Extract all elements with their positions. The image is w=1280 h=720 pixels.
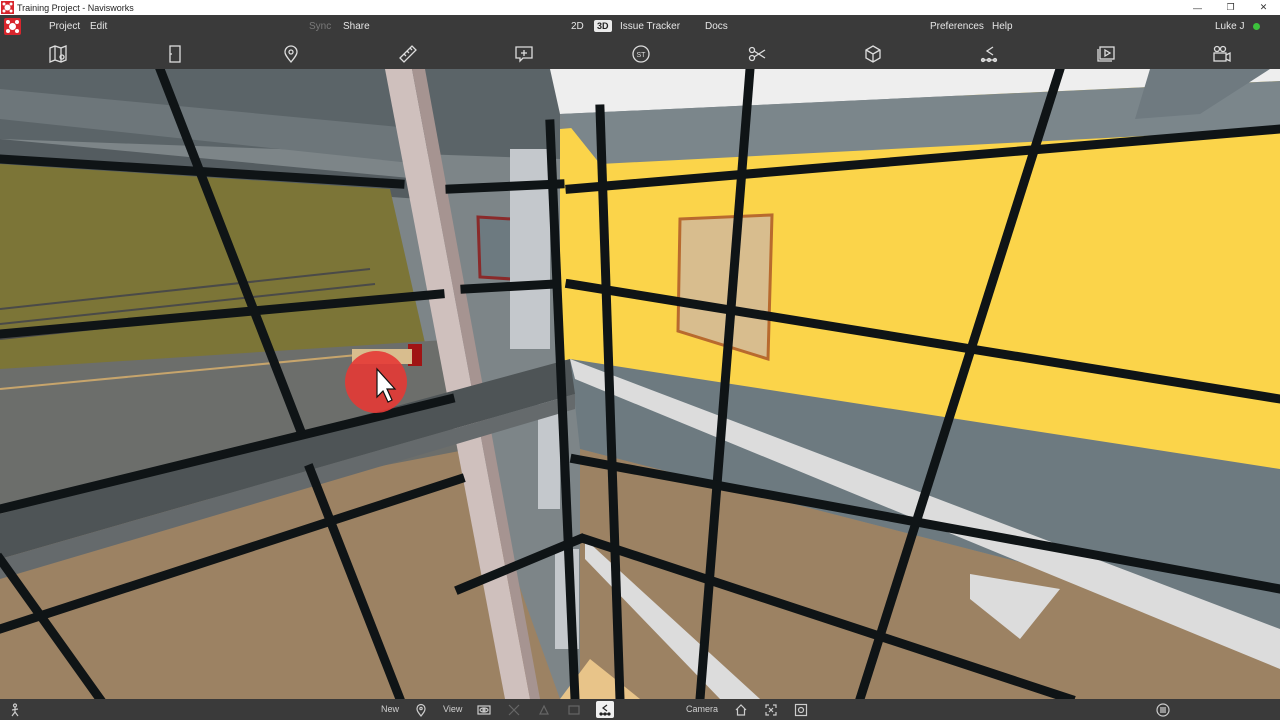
3d-model-scene[interactable] — [0, 69, 1280, 699]
view-3d-toggle[interactable]: 3D — [594, 15, 612, 38]
menu-help[interactable]: Help — [992, 15, 1013, 38]
menu-edit[interactable]: Edit — [90, 15, 107, 38]
menu-preferences[interactable]: Preferences — [930, 15, 984, 38]
focus-view-icon[interactable] — [794, 699, 808, 720]
user-name[interactable]: Luke J — [1215, 15, 1244, 38]
menu-share[interactable]: Share — [343, 15, 370, 38]
restore-icon[interactable]: ❐ — [1214, 0, 1247, 15]
markup-tool-icon[interactable] — [567, 699, 581, 720]
title-bar: Training Project - Navisworks — ❐ ✕ — [0, 0, 1280, 15]
online-status-icon — [1253, 23, 1260, 30]
3d-viewport[interactable] — [0, 69, 1280, 699]
tool-bar: ST — [0, 38, 1280, 70]
menu-issue-tracker[interactable]: Issue Tracker — [620, 15, 680, 38]
location-pin-icon[interactable] — [279, 42, 303, 66]
map-icon[interactable] — [46, 42, 70, 66]
window-title: Training Project - Navisworks — [17, 2, 134, 13]
viewpoint-pin-icon[interactable] — [414, 699, 428, 720]
st-icon-label: ST — [637, 52, 647, 59]
eye-icon[interactable] — [477, 699, 491, 720]
walk-path-icon[interactable] — [977, 42, 1001, 66]
properties-panel-icon[interactable] — [1156, 699, 1170, 720]
view-label[interactable]: View — [443, 699, 462, 720]
section-cut-icon[interactable] — [745, 42, 769, 66]
menu-project[interactable]: Project — [49, 15, 80, 38]
bottom-bar: New View Camera — [0, 699, 1280, 720]
add-markup-icon[interactable] — [512, 42, 536, 66]
st-icon[interactable]: ST — [629, 42, 653, 66]
measure-ruler-icon[interactable] — [396, 42, 420, 66]
menu-sync[interactable]: Sync — [309, 15, 331, 38]
home-icon[interactable] — [734, 699, 748, 720]
camera-label[interactable]: Camera — [686, 699, 718, 720]
menu-bar: Project Edit Sync Share 2D 3D Issue Trac… — [0, 15, 1280, 38]
view-2d-toggle[interactable]: 2D — [571, 15, 584, 38]
click-indicator — [345, 351, 407, 413]
app-logo-icon — [0, 0, 15, 15]
minimize-icon[interactable]: — — [1181, 0, 1214, 15]
box-icon[interactable] — [861, 42, 885, 66]
section-tool-icon[interactable] — [507, 699, 521, 720]
menu-docs[interactable]: Docs — [705, 15, 728, 38]
walk-person-icon[interactable] — [8, 699, 22, 720]
camera-record-icon[interactable] — [1210, 42, 1234, 66]
close-icon[interactable]: ✕ — [1247, 0, 1280, 15]
sheet-icon[interactable] — [163, 42, 187, 66]
walk-path-tool-icon[interactable] — [596, 701, 614, 718]
slideshow-icon[interactable] — [1094, 42, 1118, 66]
view-3d-label: 3D — [594, 20, 612, 32]
app-menu-logo-icon[interactable] — [4, 15, 21, 38]
fit-view-icon[interactable] — [764, 699, 778, 720]
hide-tool-icon[interactable] — [537, 699, 551, 720]
new-label[interactable]: New — [381, 699, 399, 720]
